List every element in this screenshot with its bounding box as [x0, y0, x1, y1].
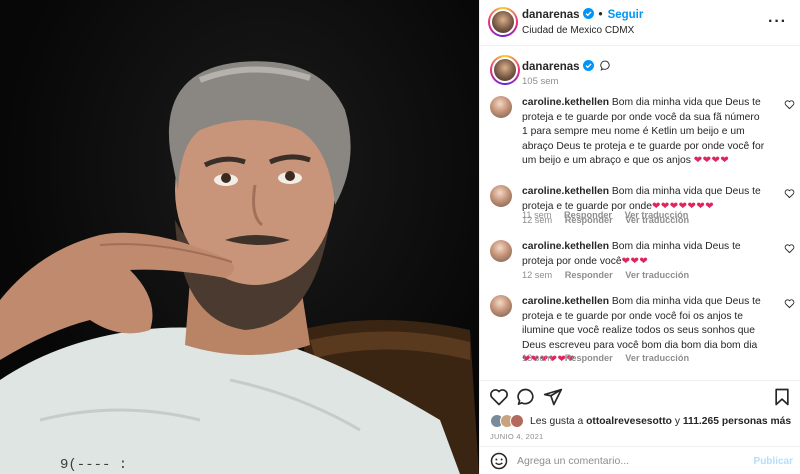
instagram-post: 9(---- : danarenas • Seguir Ciudad de Mexi… — [0, 0, 800, 474]
commenter-username[interactable]: caroline.kethellen — [522, 97, 609, 108]
author-avatar[interactable] — [488, 7, 518, 37]
liker-avatar[interactable] — [510, 414, 524, 428]
author-username[interactable]: danarenas — [522, 9, 580, 21]
emoji-icon[interactable] — [490, 452, 508, 470]
caption-author-username[interactable]: danarenas — [522, 61, 580, 73]
likes-summary: Les gusta a ottoalrevesesotto y 111.265 … — [490, 414, 795, 432]
reply-button[interactable]: Responder — [565, 270, 613, 280]
more-options-icon[interactable]: ··· — [768, 13, 787, 31]
comment-meta: 12 sem Responder Ver traducción — [522, 215, 699, 225]
likes-text: Les gusta a ottoalrevesesotto y 111.265 … — [530, 416, 791, 427]
heart-emojis: ❤❤❤❤❤❤❤ — [651, 200, 715, 212]
likes-count[interactable]: 111.265 personas más — [683, 416, 791, 427]
share-icon[interactable] — [543, 387, 563, 407]
comment-timestamp[interactable]: 12 sem — [522, 215, 552, 225]
portrait-illustration: 9(---- : — [0, 61, 479, 474]
heart-emojis: ❤❤❤❤ — [693, 155, 730, 167]
commenter-avatar[interactable] — [490, 295, 512, 317]
heart-outline-icon[interactable] — [784, 99, 795, 110]
reply-button[interactable]: Responder — [565, 215, 613, 225]
separator-dot: • — [598, 9, 603, 21]
follow-button[interactable]: Seguir — [608, 9, 644, 21]
like-heart-icon[interactable] — [489, 387, 509, 407]
comment-text: caroline.kethellen Bom dia minha vida qu… — [522, 96, 766, 169]
heart-outline-icon[interactable] — [784, 298, 795, 309]
comment-text: caroline.kethellen Bom dia minha vida De… — [522, 240, 766, 269]
comment-timestamp[interactable]: 13 sem — [522, 353, 552, 363]
publish-button[interactable]: Publicar — [754, 456, 793, 467]
heart-outline-icon[interactable] — [784, 188, 795, 199]
action-bar — [480, 380, 800, 412]
verified-badge-icon — [582, 60, 594, 71]
comment-meta: 13 sem Responder Ver traducción — [522, 353, 699, 363]
post-details-panel: danarenas • Seguir Ciudad de Mexico CDMX ·… — [479, 0, 800, 474]
verified-badge-icon — [582, 8, 594, 19]
caption-author-line: danarenas — [522, 60, 611, 73]
comment-timestamp[interactable]: 12 sem — [522, 270, 552, 280]
author-line: danarenas • Seguir — [522, 8, 643, 21]
bookmark-icon[interactable] — [772, 387, 792, 407]
comment-icon[interactable] — [516, 387, 536, 407]
caption-author-avatar[interactable] — [490, 55, 520, 85]
commenter-username[interactable]: caroline.kethellen — [522, 296, 609, 307]
comment-text: caroline.kethellen Bom dia minha vida qu… — [522, 185, 766, 214]
heart-emojis: ❤❤❤ — [621, 255, 649, 267]
liker-username[interactable]: ottoalrevesesotto — [586, 416, 672, 427]
comment-input[interactable] — [517, 452, 747, 470]
heart-outline-icon[interactable] — [784, 243, 795, 254]
reply-button[interactable]: Responder — [565, 353, 613, 363]
likes-middle: y — [674, 416, 680, 427]
post-header: danarenas • Seguir Ciudad de Mexico CDMX ·… — [480, 0, 800, 46]
commenter-avatar[interactable] — [490, 185, 512, 207]
post-photo[interactable]: 9(---- : — [0, 0, 479, 474]
comment-meta: 12 sem Responder Ver traducción — [522, 270, 699, 280]
add-comment-bar: Publicar — [480, 446, 800, 474]
translate-button[interactable]: Ver traducción — [625, 215, 689, 225]
speech-bubble-icon — [600, 60, 610, 71]
commenter-avatar[interactable] — [490, 96, 512, 118]
svg-text:9(---- :: 9(---- : — [60, 457, 127, 473]
commenter-username[interactable]: caroline.kethellen — [522, 241, 609, 252]
caption-timestamp[interactable]: 105 sem — [522, 76, 558, 87]
comments-list[interactable]: danarenas 105 sem caroline.kethellen Bom… — [480, 46, 800, 371]
translate-button[interactable]: Ver traducción — [625, 353, 689, 363]
post-date[interactable]: JUNIO 4, 2021 — [490, 432, 544, 441]
post-location[interactable]: Ciudad de Mexico CDMX — [522, 25, 634, 36]
translate-button[interactable]: Ver traducción — [625, 270, 689, 280]
likes-prefix: Les gusta a — [530, 416, 584, 427]
commenter-avatar[interactable] — [490, 240, 512, 262]
commenter-username[interactable]: caroline.kethellen — [522, 186, 609, 197]
